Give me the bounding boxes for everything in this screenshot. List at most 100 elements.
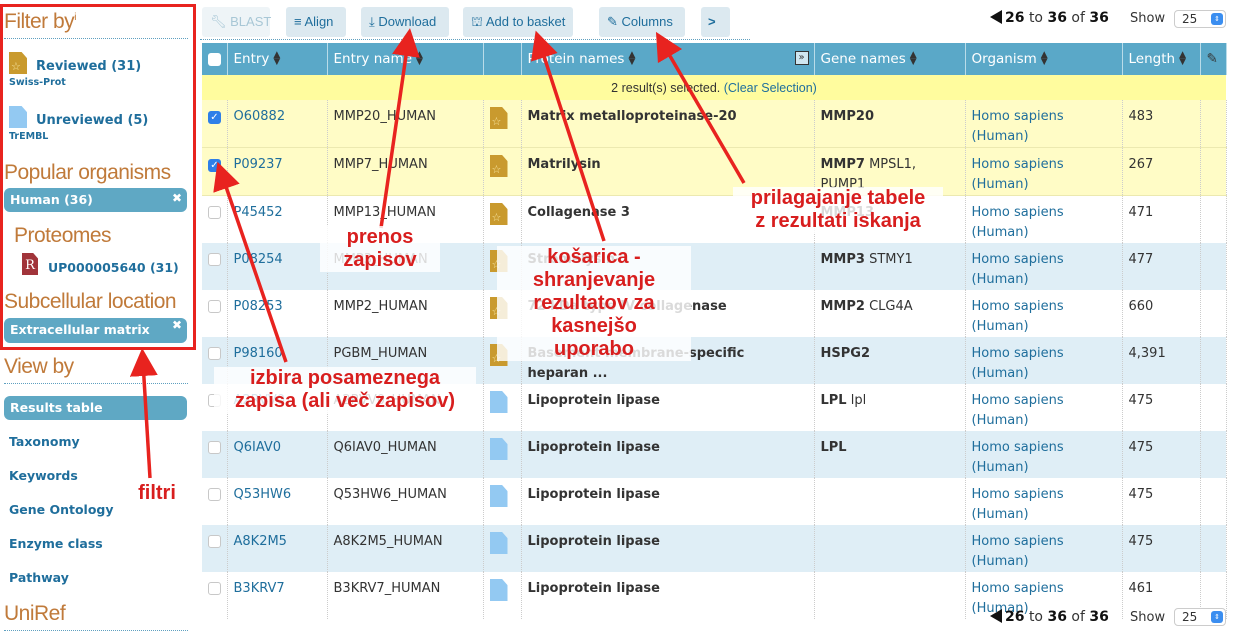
gene-synonyms: STMY1	[869, 252, 913, 267]
view-enzyme-class[interactable]: Enzyme class	[9, 536, 103, 551]
row-checkbox[interactable]: ✓	[208, 159, 221, 172]
entry-link[interactable]: Q53HW6	[234, 487, 292, 502]
info-icon[interactable]: i	[74, 12, 76, 23]
uniref-title: UniRef	[4, 602, 66, 625]
blast-button[interactable]: 🔧︎ BLAST	[202, 7, 271, 37]
row-checkbox[interactable]: ✓	[208, 111, 221, 124]
row-checkbox[interactable]	[208, 206, 221, 219]
unreviewed-link[interactable]: Unreviewed (5)	[36, 113, 148, 128]
column-header-entry-name[interactable]: Entry name ▲ ▼	[327, 43, 484, 75]
view-keywords[interactable]: Keywords	[9, 468, 78, 483]
remove-filter-icon[interactable]: ✖	[172, 318, 182, 332]
sort-icon[interactable]: ▲ ▼	[273, 51, 280, 67]
organism-link[interactable]: Homo sapiens (Human)	[972, 534, 1064, 569]
empty-cell	[1200, 384, 1227, 431]
gene-primary: MMP20	[820, 109, 875, 124]
table-row[interactable]: ✓ O60882 MMP20_HUMAN ☆ Matrix metalloprotein…	[202, 100, 1227, 148]
view-pathway[interactable]: Pathway	[9, 570, 69, 585]
entry-name-cell: Q6IAV0_HUMAN	[327, 431, 484, 478]
organism-link[interactable]: Homo sapiens (Human)	[972, 299, 1064, 334]
view-gene-ontology[interactable]: Gene Ontology	[9, 502, 114, 517]
row-checkbox[interactable]	[208, 535, 221, 548]
previous-page-icon[interactable]	[990, 10, 1002, 24]
organism-filter-human[interactable]: Human (36) ✖	[4, 188, 187, 212]
row-checkbox[interactable]	[208, 347, 221, 360]
subcellular-filter-extracellular-matrix[interactable]: Extracellular matrix ✖	[4, 318, 187, 343]
empty-cell	[1200, 431, 1227, 478]
add-to-basket-button[interactable]: ⛫ Add to basket	[463, 7, 573, 37]
organism-link[interactable]: Homo sapiens (Human)	[972, 393, 1064, 428]
remove-filter-icon[interactable]: ✖	[172, 191, 182, 205]
entry-link[interactable]: B3KRV7	[234, 581, 285, 596]
reviewed-doc-icon: ☆	[489, 155, 508, 177]
organism-link[interactable]: Homo sapiens (Human)	[972, 346, 1064, 381]
page-size-select[interactable]: 25 ⇕	[1174, 608, 1226, 626]
organism-link[interactable]: Homo sapiens (Human)	[972, 109, 1064, 144]
table-row[interactable]: ✓ P09237 MMP7_HUMAN ☆ Matrilysin MMP7 MPSL1, …	[202, 147, 1227, 196]
page-size-select[interactable]: 25 ⇕	[1174, 10, 1226, 28]
gene-primary: MMP7	[820, 157, 865, 172]
table-row[interactable]: Q6IAV0 Q6IAV0_HUMAN Lipoprotein lipase LPL …	[202, 431, 1227, 478]
row-checkbox[interactable]	[208, 441, 221, 454]
protein-name-cell: Matrix metalloproteinase-20	[521, 100, 815, 148]
entry-link[interactable]: Q6IAV0	[234, 440, 282, 455]
sort-icon[interactable]: ▲ ▼	[1041, 51, 1048, 67]
row-checkbox[interactable]	[208, 488, 221, 501]
table-row[interactable]: A8K2M5 A8K2M5_HUMAN Lipoprotein lipase Hom…	[202, 525, 1227, 572]
organism-link[interactable]: Homo sapiens (Human)	[972, 157, 1064, 192]
table-row[interactable]: P08253MMP2_HUMAN☆72 kDa type IV collagen…	[202, 290, 1227, 337]
sort-icon[interactable]: ▲ ▼	[416, 51, 423, 67]
entry-link[interactable]: P08254	[234, 252, 283, 267]
row-checkbox[interactable]	[208, 253, 221, 266]
organism-link[interactable]: Homo sapiens (Human)	[972, 440, 1064, 475]
entry-link[interactable]: P98160	[234, 346, 283, 361]
previous-page-icon[interactable]	[990, 609, 1002, 623]
column-header-protein-names[interactable]: Protein names ▲ ▼»	[521, 43, 815, 75]
row-select-cell	[202, 525, 228, 572]
row-checkbox[interactable]	[208, 582, 221, 595]
entry-link[interactable]: P08253	[234, 299, 283, 314]
annotation-select: izbira posameznega zapisa (ali več zapis…	[214, 367, 476, 413]
sort-icon[interactable]: ▲ ▼	[628, 51, 635, 67]
organism-link[interactable]: Homo sapiens (Human)	[972, 205, 1064, 240]
entry-link[interactable]: O60882	[234, 109, 286, 124]
download-icon: ⤓	[369, 14, 375, 29]
row-select-cell	[202, 243, 228, 290]
edit-columns-header[interactable]: ✎	[1200, 43, 1227, 75]
expand-column-icon[interactable]: »	[794, 51, 809, 65]
column-header-organism[interactable]: Organism ▲ ▼	[965, 43, 1123, 75]
align-button[interactable]: ≡ Align	[286, 7, 346, 37]
download-button[interactable]: ⤓ Download	[361, 7, 449, 37]
sort-icon[interactable]: ▲ ▼	[1179, 51, 1186, 67]
columns-button[interactable]: ✎ Columns	[599, 7, 685, 37]
row-checkbox[interactable]	[208, 300, 221, 313]
proteome-filter[interactable]: R UP000005640 (31)	[22, 253, 179, 275]
sort-icon[interactable]: ▲ ▼	[910, 51, 917, 67]
organism-link[interactable]: Homo sapiens (Human)	[972, 487, 1064, 522]
clear-selection-link[interactable]: (Clear Selection)	[724, 81, 817, 95]
organism-cell: Homo sapiens (Human)	[965, 243, 1123, 290]
column-header-length[interactable]: Length ▲ ▼	[1122, 43, 1201, 75]
filter-unreviewed[interactable]: Unreviewed (5)	[9, 106, 148, 128]
selection-count: 2 result(s) selected.	[611, 80, 721, 95]
entry-link[interactable]: A8K2M5	[234, 534, 287, 549]
share-button[interactable]: >	[701, 7, 730, 37]
organism-link[interactable]: Homo sapiens (Human)	[972, 252, 1064, 287]
entry-cell: A8K2M5	[227, 525, 328, 572]
entry-link[interactable]: P45452	[234, 205, 283, 220]
status-cell: ☆	[483, 147, 522, 196]
filter-reviewed[interactable]: ☆ Reviewed (31)	[9, 52, 141, 74]
entry-link[interactable]: P09237	[234, 157, 283, 172]
proteome-link[interactable]: UP000005640 (31)	[48, 260, 179, 275]
gene-names-cell: MMP2 CLG4A	[814, 290, 966, 337]
reviewed-link[interactable]: Reviewed (31)	[36, 59, 141, 74]
unreviewed-doc-icon	[489, 532, 508, 554]
column-header-gene-names[interactable]: Gene names ▲ ▼	[814, 43, 966, 75]
table-row[interactable]: Q53HW6 Q53HW6_HUMAN Lipoprotein lipase Hom…	[202, 478, 1227, 525]
view-results-table[interactable]: Results table	[4, 396, 187, 420]
select-all-checkbox[interactable]	[208, 52, 221, 66]
row-select-cell	[202, 431, 228, 478]
column-header-entry[interactable]: Entry ▲ ▼	[227, 43, 328, 75]
empty-cell	[1200, 478, 1227, 525]
view-taxonomy[interactable]: Taxonomy	[9, 434, 80, 449]
